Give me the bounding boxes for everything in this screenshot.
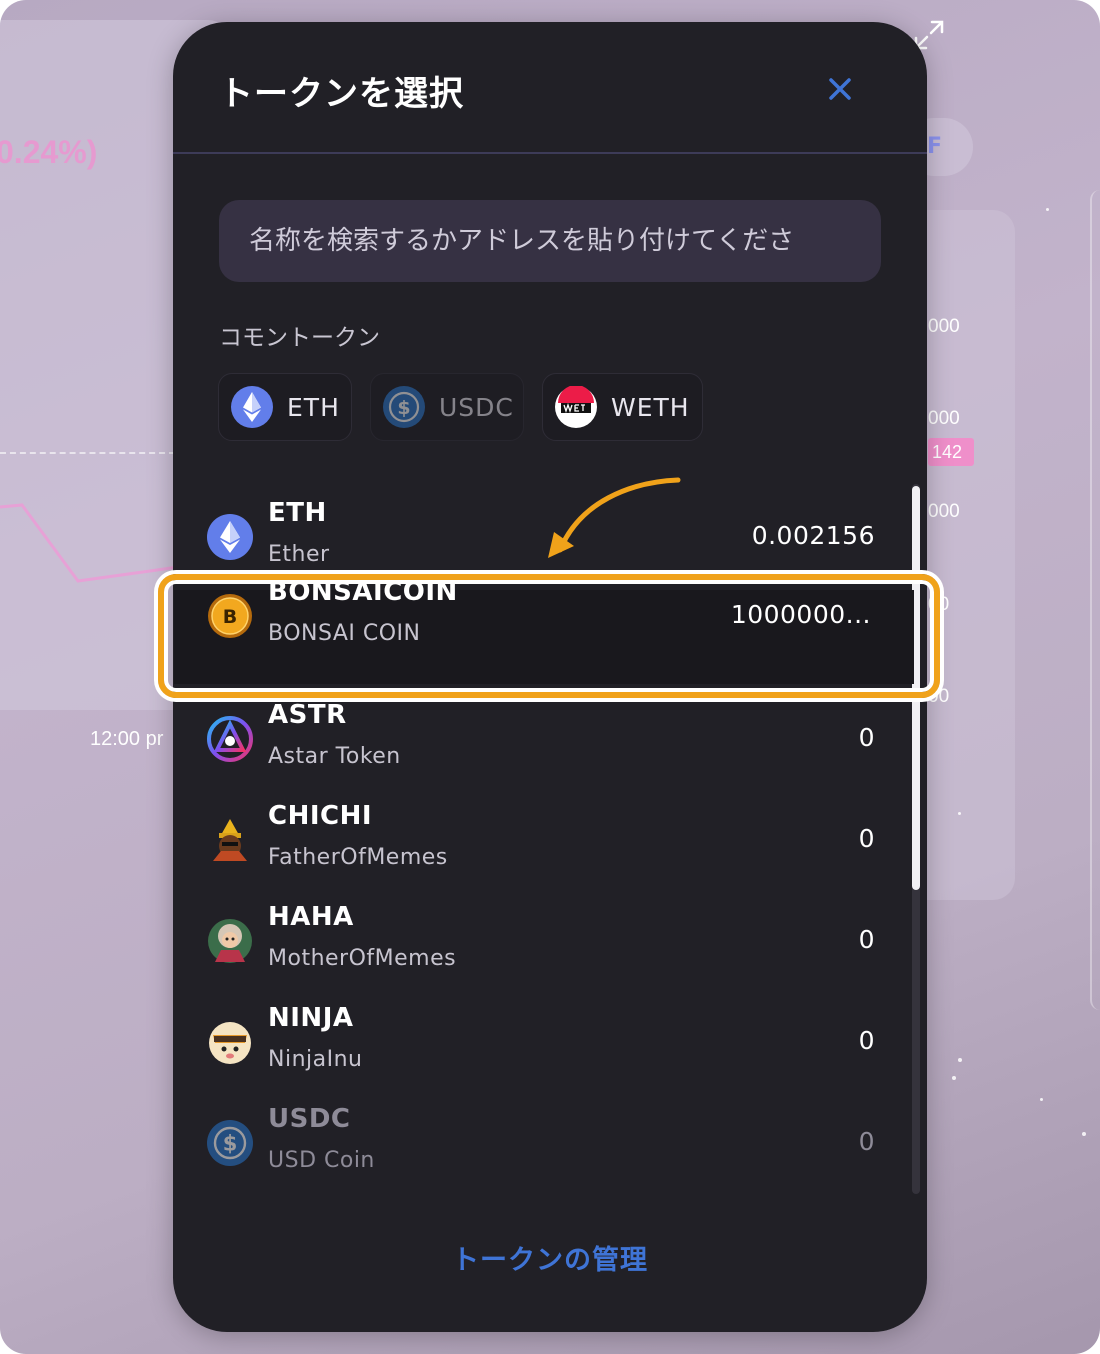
usdc-icon: $ bbox=[383, 386, 425, 428]
token-row-chichi[interactable]: CHICHI FatherOfMemes 0 bbox=[173, 790, 907, 890]
token-symbol: ETH bbox=[268, 498, 327, 528]
background-star bbox=[958, 812, 961, 815]
token-row-usdc[interactable]: $ USDC USD Coin 0 bbox=[173, 1093, 907, 1193]
token-symbol: HAHA bbox=[268, 902, 354, 932]
eth-icon bbox=[231, 386, 273, 428]
svg-text:$: $ bbox=[223, 1132, 238, 1156]
background-star bbox=[1040, 1098, 1043, 1101]
background-right-panel-edge bbox=[1090, 190, 1100, 1010]
token-balance: 0 bbox=[858, 1026, 875, 1055]
token-name: FatherOfMemes bbox=[268, 845, 448, 870]
common-token-weth[interactable]: WETH bbox=[542, 373, 703, 441]
header-divider bbox=[173, 152, 927, 154]
token-balance: 0 bbox=[858, 824, 875, 853]
background-percent-change: 0.24%) bbox=[0, 134, 98, 170]
token-name: Astar Token bbox=[268, 744, 401, 769]
pointer-arrow-icon bbox=[548, 477, 681, 558]
chip-label: ETH bbox=[287, 392, 340, 422]
ninja-icon bbox=[207, 1019, 253, 1065]
background-time-label: 12:00 pr bbox=[90, 728, 164, 750]
token-name: USD Coin bbox=[268, 1148, 375, 1173]
token-symbol: CHICHI bbox=[268, 801, 373, 831]
token-symbol: ASTR bbox=[268, 700, 347, 730]
chip-label: USDC bbox=[439, 392, 514, 422]
token-row-ninja[interactable]: NINJA NinjaInu 0 bbox=[173, 992, 907, 1092]
token-balance: 0 bbox=[858, 1127, 875, 1156]
haha-icon bbox=[207, 918, 253, 964]
token-name: NinjaInu bbox=[268, 1047, 363, 1072]
token-name: Ether bbox=[268, 542, 330, 567]
background-star bbox=[1082, 1132, 1086, 1136]
token-name: MotherOfMemes bbox=[268, 946, 457, 971]
background-chart-line bbox=[0, 503, 179, 583]
token-symbol: USDC bbox=[268, 1104, 351, 1134]
usdc-icon: $ bbox=[207, 1120, 253, 1166]
chip-label: WETH bbox=[611, 392, 690, 422]
common-token-eth[interactable]: ETH bbox=[218, 373, 352, 441]
background-star bbox=[1046, 208, 1049, 211]
background-axis-label: 000 bbox=[928, 501, 960, 522]
manage-tokens-link[interactable]: トークンの管理 bbox=[173, 1238, 927, 1277]
token-row-astr[interactable]: ASTR Astar Token 0 bbox=[173, 689, 907, 789]
background-star bbox=[958, 1058, 962, 1062]
token-balance: 0 bbox=[858, 925, 875, 954]
modal-title: トークンを選択 bbox=[219, 74, 464, 114]
svg-text:$: $ bbox=[397, 397, 410, 419]
token-balance: 0.002156 bbox=[751, 521, 875, 550]
background-axis-label: 000 bbox=[928, 316, 960, 337]
astar-icon bbox=[207, 716, 253, 762]
close-icon[interactable] bbox=[823, 72, 857, 106]
token-search-input[interactable] bbox=[219, 200, 881, 282]
background-star bbox=[952, 1076, 956, 1080]
token-balance: 0 bbox=[858, 723, 875, 752]
common-token-usdc[interactable]: $ USDC bbox=[370, 373, 524, 441]
weth-icon bbox=[555, 386, 597, 428]
background-axis-label: 000 bbox=[928, 408, 960, 429]
chichi-icon bbox=[207, 817, 253, 863]
eth-icon bbox=[207, 514, 253, 560]
highlight-box bbox=[158, 574, 940, 698]
token-row-haha[interactable]: HAHA MotherOfMemes 0 bbox=[173, 891, 907, 991]
background-dashed-line bbox=[0, 452, 175, 454]
common-tokens-label: コモントークン bbox=[219, 325, 380, 351]
background-axis-badge: 142 bbox=[928, 438, 974, 466]
token-symbol: NINJA bbox=[268, 1003, 354, 1033]
